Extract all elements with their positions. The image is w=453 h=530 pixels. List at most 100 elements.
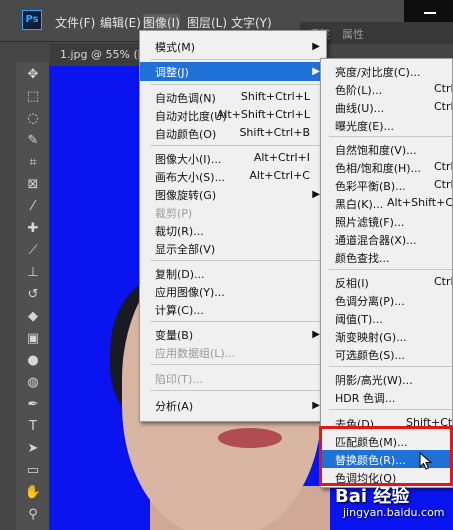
menu-item-canvas-size[interactable]: 画布大小(S)... Alt+Ctrl+C bbox=[140, 167, 326, 186]
menu-item-variables[interactable]: 变量(B) ▶ bbox=[140, 325, 326, 344]
menu-item-reveal-all[interactable]: 显示全部(V) bbox=[140, 239, 326, 258]
menu-divider bbox=[150, 364, 320, 365]
menu-item-label: 可选颜色(S)... bbox=[335, 349, 406, 362]
menu-item-color-lookup[interactable]: 颜色查找... bbox=[321, 248, 452, 266]
menu-item-label: 裁切(R)... bbox=[155, 225, 204, 238]
brush-tool-icon[interactable]: ⟋ bbox=[23, 242, 43, 260]
menu-item-trim[interactable]: 裁切(R)... bbox=[140, 221, 326, 240]
menu-item-label: 颜色查找... bbox=[335, 252, 390, 265]
menu-file[interactable]: 文件(F) bbox=[55, 14, 95, 31]
menu-item-adjustments[interactable]: 调整(J) ▶ bbox=[140, 62, 326, 81]
menu-item-shortcut: Shift+Ctrl+B bbox=[239, 126, 310, 139]
menu-item-channel-mixer[interactable]: 通道混合器(X)... bbox=[321, 230, 452, 248]
menu-item-vibrance[interactable]: 自然饱和度(V)... bbox=[321, 140, 452, 158]
menu-item-duplicate[interactable]: 复制(D)... bbox=[140, 264, 326, 283]
menu-item-photo-filter[interactable]: 照片滤镜(F)... bbox=[321, 212, 452, 230]
baidu-jingyan-logo: Bai 经验 bbox=[335, 486, 410, 507]
menu-item-label: 色调分离(P)... bbox=[335, 295, 405, 308]
menu-item-label: 应用图像(Y)... bbox=[155, 286, 225, 299]
menu-item-analysis[interactable]: 分析(A) ▶ bbox=[140, 396, 326, 415]
menu-item-brightness-contrast[interactable]: 亮度/对比度(C)... bbox=[321, 62, 452, 80]
menu-item-selective-color[interactable]: 可选颜色(S)... bbox=[321, 345, 452, 363]
menu-divider bbox=[150, 260, 320, 261]
menu-item-hdr-toning[interactable]: HDR 色调... bbox=[321, 388, 452, 406]
menu-layer[interactable]: 图层(L) bbox=[187, 14, 227, 31]
type-tool-icon[interactable]: T bbox=[23, 418, 43, 436]
eraser-tool-icon[interactable]: ◆ bbox=[23, 308, 43, 326]
menu-divider bbox=[150, 390, 320, 391]
tab-properties[interactable]: 属性 bbox=[342, 26, 364, 42]
gradient-tool-icon[interactable]: ▣ bbox=[23, 330, 43, 348]
menu-item-invert[interactable]: 反相(I) Ctrl bbox=[321, 273, 453, 291]
move-tool-icon[interactable]: ✥ bbox=[23, 66, 43, 84]
menu-item-curves[interactable]: 曲线(U)... Ctrl bbox=[321, 98, 452, 116]
menu-item-label: 变量(B) bbox=[155, 329, 194, 342]
menu-item-hue-saturation[interactable]: 色相/饱和度(H)... Ctrl bbox=[321, 158, 452, 176]
photoshop-logo: Ps bbox=[22, 10, 42, 30]
hand-tool-icon[interactable]: ✋ bbox=[23, 484, 43, 502]
menu-divider bbox=[329, 366, 452, 367]
path-select-icon[interactable]: ➤ bbox=[23, 440, 43, 458]
menu-item-auto-contrast[interactable]: 自动对比度(U) Alt+Shift+Ctrl+L bbox=[140, 106, 326, 125]
menu-item-label: 分析(A) bbox=[155, 400, 194, 413]
zoom-tool-icon[interactable]: ⚲ bbox=[23, 506, 43, 524]
menu-item-apply-image[interactable]: 应用图像(Y)... bbox=[140, 282, 326, 301]
frame-tool-icon[interactable]: ⊠ bbox=[23, 176, 43, 194]
history-brush-icon[interactable]: ↺ bbox=[23, 286, 43, 304]
menu-item-posterize[interactable]: 色调分离(P)... bbox=[321, 291, 452, 309]
menu-edit[interactable]: 编辑(E) bbox=[100, 14, 141, 31]
menu-item-calculations[interactable]: 计算(C)... bbox=[140, 300, 326, 319]
menu-item-label: 自动颜色(O) bbox=[155, 128, 217, 141]
menu-item-label: 复制(D)... bbox=[155, 268, 205, 281]
menu-item-shortcut: Alt+Ctrl+I bbox=[253, 151, 310, 164]
image-menu: 模式(M) ▶ 调整(J) ▶ 自动色调(N) Shift+Ctrl+L 自动对比度(… bbox=[139, 30, 327, 422]
healing-tool-icon[interactable]: ✚ bbox=[23, 220, 43, 238]
dodge-tool-icon[interactable]: ◍ bbox=[23, 374, 43, 392]
pen-tool-icon[interactable]: ✒ bbox=[23, 396, 43, 414]
eyedropper-tool-icon[interactable]: ⁄ bbox=[23, 198, 43, 216]
submenu-arrow-icon: ▶ bbox=[312, 41, 320, 52]
menu-divider bbox=[329, 409, 452, 410]
adjustments-submenu: 亮度/对比度(C)... 色阶(L)... Ctrl 曲线(U)... Ctrl 曝… bbox=[320, 58, 453, 488]
menu-item-label: 图像大小(I)... bbox=[155, 153, 222, 166]
menu-item-label: 通道混合器(X)... bbox=[335, 234, 417, 247]
crop-tool-icon[interactable]: ⌗ bbox=[23, 154, 43, 172]
menu-item-label: 色相/饱和度(H)... bbox=[335, 162, 422, 175]
menu-item-color-balance[interactable]: 色彩平衡(B)... Ctrl bbox=[321, 176, 452, 194]
baidu-watermark: Bai 经验 jingyan.baidu.com bbox=[335, 482, 453, 530]
menu-item-label: 陷印(T)... bbox=[155, 373, 203, 386]
lasso-tool-icon[interactable]: ◌ bbox=[23, 110, 43, 128]
quick-select-tool-icon[interactable]: ✎ bbox=[23, 132, 43, 150]
menu-divider bbox=[150, 321, 320, 322]
marquee-tool-icon[interactable]: ⬚ bbox=[23, 88, 43, 106]
blur-tool-icon[interactable]: ● bbox=[23, 352, 43, 370]
menu-item-label: 应用数据组(L)... bbox=[155, 347, 236, 360]
menu-item-levels[interactable]: 色阶(L)... Ctrl bbox=[321, 80, 452, 98]
submenu-arrow-icon: ▶ bbox=[312, 329, 320, 340]
menu-item-auto-color[interactable]: 自动颜色(O) Shift+Ctrl+B bbox=[140, 124, 326, 143]
menu-divider bbox=[150, 84, 320, 85]
menu-item-gradient-map[interactable]: 渐变映射(G)... bbox=[321, 327, 452, 345]
menu-item-exposure[interactable]: 曝光度(E)... bbox=[321, 116, 452, 134]
menu-item-label: 图像旋转(G) bbox=[155, 189, 217, 202]
menu-item-image-rotation[interactable]: 图像旋转(G) ▶ bbox=[140, 185, 326, 204]
mouse-pointer-icon bbox=[419, 452, 433, 470]
rectangle-tool-icon[interactable]: ▭ bbox=[23, 462, 43, 480]
menu-item-shortcut: Shift+Ctrl+L bbox=[240, 90, 310, 103]
menu-item-label: 计算(C)... bbox=[155, 304, 204, 317]
tools-panel: ✥ ⬚ ◌ ✎ ⌗ ⊠ ⁄ ✚ ⟋ ⊥ ↺ ◆ ▣ ● ◍ ✒ T ➤ ▭ ✋ … bbox=[16, 62, 50, 530]
menu-item-shadows-highlights[interactable]: 阴影/高光(W)... bbox=[321, 370, 452, 388]
menu-item-label: 裁剪(P) bbox=[155, 207, 193, 220]
menu-item-threshold[interactable]: 阈值(T)... bbox=[321, 309, 452, 327]
menu-item-black-white[interactable]: 黑白(K)...Alt+Shift+Ctrl bbox=[321, 194, 453, 212]
menu-item-auto-tone[interactable]: 自动色调(N) Shift+Ctrl+L bbox=[140, 88, 326, 107]
menu-item-shortcut: Ctrl bbox=[434, 275, 453, 288]
menu-item-image-size[interactable]: 图像大小(I)... Alt+Ctrl+I bbox=[140, 149, 326, 168]
submenu-arrow-icon: ▶ bbox=[312, 400, 320, 411]
menu-type[interactable]: 文字(Y) bbox=[231, 14, 272, 31]
menu-item-mode[interactable]: 模式(M) ▶ bbox=[140, 37, 326, 56]
menu-image[interactable]: 图像(I) bbox=[143, 14, 180, 31]
stamp-tool-icon[interactable]: ⊥ bbox=[23, 264, 43, 282]
menu-item-shortcut: Alt+Shift+Ctrl bbox=[387, 196, 453, 209]
menu-divider bbox=[329, 136, 452, 137]
